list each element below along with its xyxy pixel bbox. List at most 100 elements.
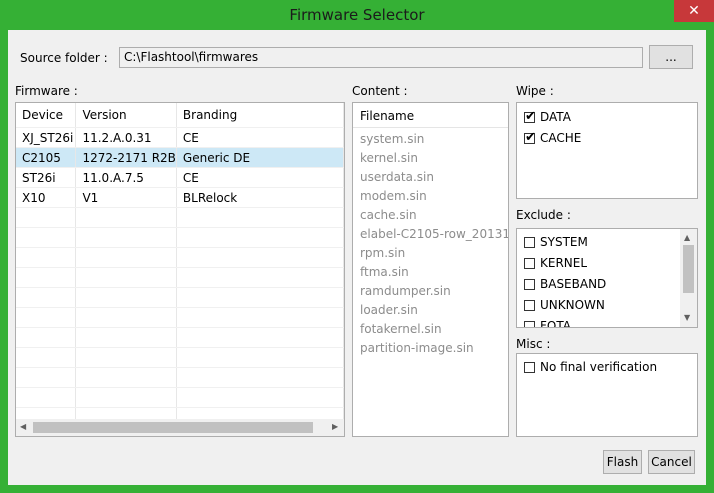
firmware-table[interactable]: Device Version Branding XJ_ST26i 11.2.A.0.3… bbox=[15, 102, 345, 437]
table-cell bbox=[176, 227, 344, 248]
empty-row bbox=[16, 327, 344, 348]
checkbox-label: SYSTEM bbox=[540, 235, 588, 249]
column-header-version[interactable]: Version bbox=[75, 103, 177, 128]
window-title: Firmware Selector bbox=[289, 6, 425, 24]
checkbox-label: UNKNOWN bbox=[540, 298, 605, 312]
table-cell: XJ_ST26i bbox=[16, 127, 77, 148]
content-label: Content : bbox=[352, 84, 408, 98]
close-button[interactable]: ✕ bbox=[674, 0, 714, 22]
table-cell: ST26i bbox=[16, 167, 77, 188]
table-cell bbox=[16, 307, 77, 328]
table-cell bbox=[176, 267, 344, 288]
firmware-selector-window: Firmware Selector ✕ Source folder : C:\F… bbox=[0, 0, 714, 493]
filename-header-label: Filename bbox=[360, 109, 415, 123]
list-item[interactable]: system.sin bbox=[360, 132, 424, 146]
table-cell bbox=[75, 267, 177, 288]
empty-row bbox=[16, 227, 344, 248]
firmware-label: Firmware : bbox=[15, 84, 78, 98]
source-folder-field[interactable]: C:\Flashtool\firmwares bbox=[119, 47, 643, 68]
empty-row bbox=[16, 387, 344, 408]
table-row[interactable]: C2105 1272-2171 R2B Generic DE bbox=[16, 147, 344, 168]
scroll-right-icon[interactable]: ▶ bbox=[332, 422, 338, 432]
table-cell bbox=[16, 247, 77, 268]
content-list[interactable]: Filename system.sin kernel.sin userdata.si… bbox=[352, 102, 509, 437]
filename-header[interactable]: Filename bbox=[353, 103, 508, 128]
table-cell bbox=[16, 387, 77, 408]
browse-button[interactable]: ... bbox=[649, 45, 693, 69]
table-cell bbox=[176, 387, 344, 408]
empty-row bbox=[16, 367, 344, 388]
list-item[interactable]: ramdumper.sin bbox=[360, 284, 451, 298]
table-cell bbox=[16, 267, 77, 288]
table-cell: CE bbox=[176, 127, 344, 148]
table-cell: C2105 bbox=[16, 147, 77, 168]
firmware-horizontal-scrollbar[interactable]: ◀ ▶ bbox=[16, 419, 344, 436]
misc-label: Misc : bbox=[516, 337, 551, 351]
list-item[interactable]: fotakernel.sin bbox=[360, 322, 442, 336]
cancel-button[interactable]: Cancel bbox=[648, 450, 695, 474]
exclude-vertical-scrollbar[interactable]: ▲ ▼ bbox=[680, 229, 697, 327]
checkbox-label: FOTA bbox=[540, 319, 571, 328]
table-cell: 11.2.A.0.31 bbox=[75, 127, 177, 148]
table-row[interactable]: ST26i 11.0.A.7.5 CE bbox=[16, 167, 344, 188]
column-header-device[interactable]: Device bbox=[16, 103, 77, 128]
checkbox-box[interactable] bbox=[524, 237, 535, 248]
table-cell bbox=[176, 287, 344, 308]
table-cell bbox=[16, 327, 77, 348]
empty-row bbox=[16, 287, 344, 308]
table-cell bbox=[16, 227, 77, 248]
table-cell bbox=[16, 347, 77, 368]
table-cell: Generic DE bbox=[176, 147, 344, 168]
exclude-checkbox-system[interactable]: SYSTEM bbox=[523, 234, 673, 250]
exclude-checkbox-kernel[interactable]: KERNEL bbox=[523, 255, 673, 271]
checkbox-label: No final verification bbox=[540, 360, 658, 374]
empty-row bbox=[16, 267, 344, 288]
list-item[interactable]: rpm.sin bbox=[360, 246, 405, 260]
wipe-checkbox-data[interactable]: ✔ DATA bbox=[523, 109, 673, 125]
column-header-branding[interactable]: Branding bbox=[176, 103, 344, 128]
table-cell bbox=[176, 207, 344, 228]
list-item[interactable]: cache.sin bbox=[360, 208, 417, 222]
empty-row bbox=[16, 247, 344, 268]
table-cell: V1 bbox=[75, 187, 177, 208]
table-cell bbox=[75, 247, 177, 268]
checkbox-box[interactable]: ✔ bbox=[524, 130, 536, 145]
list-item[interactable]: modem.sin bbox=[360, 189, 427, 203]
empty-row bbox=[16, 307, 344, 328]
exclude-label: Exclude : bbox=[516, 208, 571, 222]
title-bar[interactable]: Firmware Selector ✕ bbox=[0, 0, 714, 30]
scroll-left-icon[interactable]: ◀ bbox=[20, 422, 26, 432]
checkbox-box[interactable] bbox=[524, 279, 535, 290]
table-cell bbox=[75, 387, 177, 408]
table-cell bbox=[176, 247, 344, 268]
checkbox-box[interactable]: ✔ bbox=[524, 109, 536, 124]
table-cell bbox=[16, 367, 77, 388]
exclude-scrollbar-thumb[interactable] bbox=[683, 245, 694, 293]
table-cell bbox=[176, 307, 344, 328]
exclude-checkbox-baseband[interactable]: BASEBAND bbox=[523, 276, 673, 292]
list-item[interactable]: loader.sin bbox=[360, 303, 418, 317]
scroll-up-icon[interactable]: ▲ bbox=[684, 233, 690, 243]
exclude-checkbox-unknown[interactable]: UNKNOWN bbox=[523, 297, 673, 313]
scroll-down-icon[interactable]: ▼ bbox=[684, 313, 690, 323]
wipe-checkbox-cache[interactable]: ✔ CACHE bbox=[523, 130, 673, 146]
list-item[interactable]: ftma.sin bbox=[360, 265, 409, 279]
checkbox-box[interactable] bbox=[524, 258, 535, 269]
wipe-group: ✔ DATA ✔ CACHE bbox=[516, 102, 698, 199]
flash-button[interactable]: Flash bbox=[603, 450, 642, 474]
misc-group: No final verification bbox=[516, 353, 698, 437]
list-item[interactable]: partition-image.sin bbox=[360, 341, 474, 355]
scrollbar-thumb[interactable] bbox=[33, 422, 313, 433]
table-row[interactable]: X10 V1 BLRelock bbox=[16, 187, 344, 208]
empty-row bbox=[16, 347, 344, 368]
list-item[interactable]: elabel-C2105-row_201310... bbox=[360, 227, 508, 241]
checkbox-box[interactable] bbox=[524, 300, 535, 311]
checkbox-box[interactable] bbox=[524, 362, 535, 373]
checkbox-box[interactable] bbox=[524, 321, 535, 327]
table-cell bbox=[75, 207, 177, 228]
exclude-checkbox-fota[interactable]: FOTA bbox=[523, 318, 673, 328]
misc-checkbox-no-final-verification[interactable]: No final verification bbox=[523, 359, 673, 375]
table-row[interactable]: XJ_ST26i 11.2.A.0.31 CE bbox=[16, 127, 344, 148]
list-item[interactable]: userdata.sin bbox=[360, 170, 434, 184]
list-item[interactable]: kernel.sin bbox=[360, 151, 418, 165]
